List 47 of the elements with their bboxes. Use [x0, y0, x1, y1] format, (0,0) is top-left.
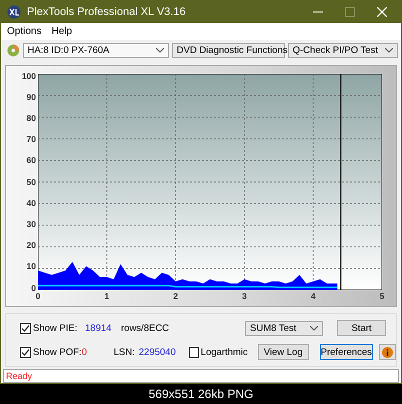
x-tick-label: 1: [104, 290, 110, 301]
chevron-down-icon: [385, 48, 393, 54]
logarithmic-label: Logarthmic: [200, 346, 248, 358]
y-tick-label: 50: [26, 176, 36, 187]
chevron-down-icon: [156, 48, 164, 54]
menu-item[interactable]: Help: [51, 26, 72, 37]
test-dropdown[interactable]: Q-Check PI/PO Test: [288, 43, 398, 58]
y-tick-label: 70: [26, 134, 36, 144]
logarithmic-checkbox[interactable]: [188, 346, 199, 358]
view-log-button[interactable]: View Log: [258, 344, 309, 360]
menu-item[interactable]: Options: [7, 26, 42, 37]
show-pie-label: Show PIE:: [33, 322, 78, 334]
image-info-text: 569x551 26kb PNG: [148, 387, 254, 401]
status-text: Ready: [6, 371, 32, 382]
lsn-value: 2295040: [138, 346, 177, 358]
show-pof-label: Show POF:: [33, 346, 82, 358]
x-tick-label: 3: [242, 290, 247, 301]
close-icon[interactable]: [377, 6, 387, 17]
unit-label: rows/8ECC: [121, 322, 170, 334]
x-tick-label: 5: [380, 290, 384, 301]
y-tick-label: 60: [26, 155, 36, 166]
x-tick-label: 2: [173, 290, 178, 301]
test-mode-dropdown[interactable]: SUM8 Test: [245, 320, 323, 336]
lsn-label: LSN:: [114, 346, 135, 358]
y-tick-label: 0: [31, 282, 36, 293]
show-pof-checkbox[interactable]: [20, 346, 31, 358]
preferences-button[interactable]: Preferences: [320, 344, 373, 360]
x-tick-label: 0: [36, 290, 40, 301]
function-dropdown[interactable]: DVD Diagnostic Functions: [172, 43, 285, 58]
show-pie-checkbox[interactable]: [20, 322, 31, 334]
info-button[interactable]: [378, 344, 396, 360]
y-tick-label: 40: [26, 198, 36, 208]
y-tick-label: 80: [26, 113, 36, 124]
y-tick-label: 20: [26, 240, 36, 250]
y-tick-label: 10: [26, 261, 36, 272]
chevron-down-icon: [310, 326, 318, 331]
x-tick-label: 4: [310, 290, 316, 301]
window-title: PlexTools Professional XL V3.16: [27, 6, 187, 18]
disc-icon: [7, 44, 20, 58]
drive-dropdown[interactable]: HA:8 ID:0 PX-760A: [22, 43, 169, 58]
pie-value: 18914: [85, 322, 112, 334]
y-tick-label: 30: [26, 218, 36, 229]
app-logo-icon: [7, 4, 21, 19]
start-button[interactable]: Start: [337, 320, 386, 336]
y-tick-label: 90: [26, 92, 36, 102]
pof-value: 0: [82, 346, 88, 358]
y-tick-label: 100: [22, 70, 36, 81]
